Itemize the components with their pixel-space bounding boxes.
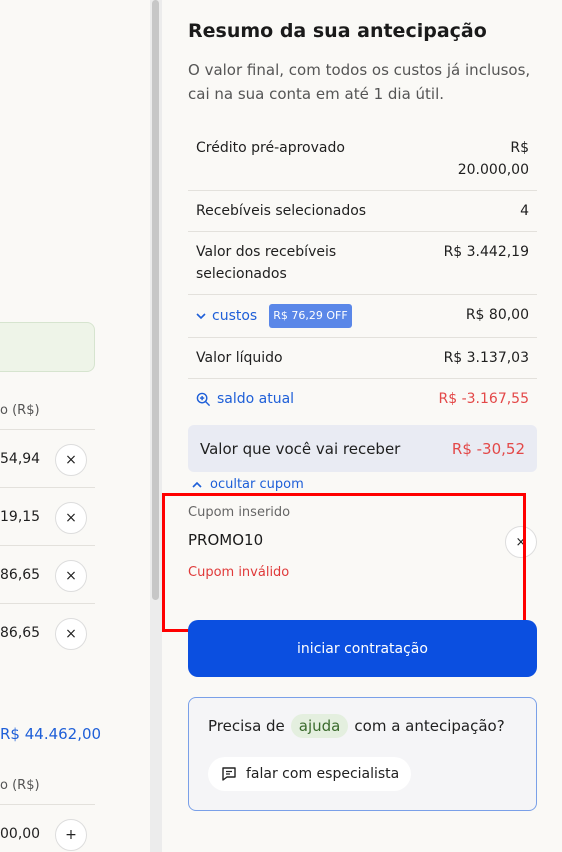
column-header: o (R$) (0, 403, 40, 418)
row-value: R$ 3.137,03 (443, 350, 529, 366)
receive-label: Valor que você vai receber (200, 439, 401, 458)
chevron-up-icon (192, 481, 202, 488)
costs-toggle[interactable]: custos R$ 76,29 OFF (196, 304, 352, 328)
close-icon: × (65, 626, 77, 642)
left-panel: o (R$) 54,94 × 19,15 × 86,65 × 86,65 × R… (0, 0, 150, 852)
row-divider (0, 603, 95, 604)
scrollbar-thumb[interactable] (152, 0, 159, 600)
close-icon: × (65, 568, 77, 584)
remove-receivable-button[interactable]: × (55, 444, 87, 476)
plus-icon: + (65, 827, 77, 843)
row-divider (0, 804, 95, 805)
info-box (0, 322, 95, 372)
row-divider (0, 545, 95, 546)
row-value: 4 (520, 203, 529, 219)
talk-to-specialist-button[interactable]: falar com especialista (208, 757, 412, 791)
help-card: Precisa de ajuda com a antecipação? fala… (188, 697, 537, 811)
help-text: Precisa de ajuda com a antecipação? (208, 714, 505, 738)
help-chip: ajuda (290, 714, 349, 738)
receive-value: R$ -30,52 (451, 439, 525, 458)
column-header: o (R$) (0, 778, 40, 793)
costs-label: custos (212, 308, 258, 324)
close-icon: × (65, 452, 77, 468)
row-divider (0, 429, 95, 430)
add-receivable-button[interactable]: + (55, 819, 87, 851)
help-suffix: com a antecipação? (354, 717, 505, 735)
receivable-value: 19,15 (0, 509, 41, 525)
row-label: Recebíveis selecionados (196, 203, 367, 219)
zoom-in-icon (196, 392, 211, 406)
talk-label: falar com especialista (246, 766, 400, 782)
receive-summary: Valor que você vai receber R$ -30,52 (188, 425, 537, 472)
close-icon: × (65, 510, 77, 526)
remove-receivable-button[interactable]: × (55, 618, 87, 650)
table-row: custos R$ 76,29 OFF R$ 80,00 (188, 295, 537, 338)
receivable-value: 00,00 (0, 826, 41, 842)
table-row: saldo atual R$ -3.167,55 (188, 379, 537, 419)
row-label: Valor líquido (196, 350, 283, 366)
row-value: R$ 3.442,19 (443, 244, 529, 260)
row-value: R$ -3.167,55 (438, 391, 529, 407)
hide-coupon-toggle[interactable]: ocultar cupom (192, 477, 304, 492)
hide-coupon-label: ocultar cupom (210, 477, 304, 492)
row-divider (0, 487, 95, 488)
receivable-value: 86,65 (0, 567, 41, 583)
table-row: Valor líquido R$ 3.137,03 (188, 338, 537, 379)
summary-table: Crédito pré-aprovado R$ 20.000,00 Recebí… (188, 128, 537, 419)
row-value: R$ 20.000,00 (457, 140, 529, 178)
discount-badge: R$ 76,29 OFF (269, 304, 352, 328)
table-row: Valor dos recebíveis selecionados R$ 3.4… (188, 232, 537, 295)
summary-title: Resumo da sua antecipação (188, 20, 487, 42)
chevron-down-icon (196, 313, 206, 320)
summary-subtitle: O valor final, com todos os custos já in… (188, 61, 531, 103)
help-prefix: Precisa de (208, 717, 285, 735)
remove-receivable-button[interactable]: × (55, 560, 87, 592)
balance-label: saldo atual (217, 391, 295, 407)
highlight-box (162, 493, 526, 632)
row-value: R$ 80,00 (465, 307, 529, 323)
row-label: Valor dos recebíveis selecionados (196, 244, 337, 282)
receivable-value: 86,65 (0, 625, 41, 641)
start-contract-button[interactable]: iniciar contratação (188, 620, 537, 677)
remove-receivable-button[interactable]: × (55, 502, 87, 534)
total-value: R$ 44.462,00 (0, 725, 102, 743)
receivable-value: 54,94 (0, 451, 41, 467)
table-row: Recebíveis selecionados 4 (188, 191, 537, 232)
current-balance-link[interactable]: saldo atual (196, 388, 294, 410)
summary-panel: Resumo da sua antecipação O valor final,… (162, 0, 562, 852)
row-label: Crédito pré-aprovado (196, 140, 345, 156)
table-row: Crédito pré-aprovado R$ 20.000,00 (188, 128, 537, 191)
chat-icon (222, 767, 236, 781)
